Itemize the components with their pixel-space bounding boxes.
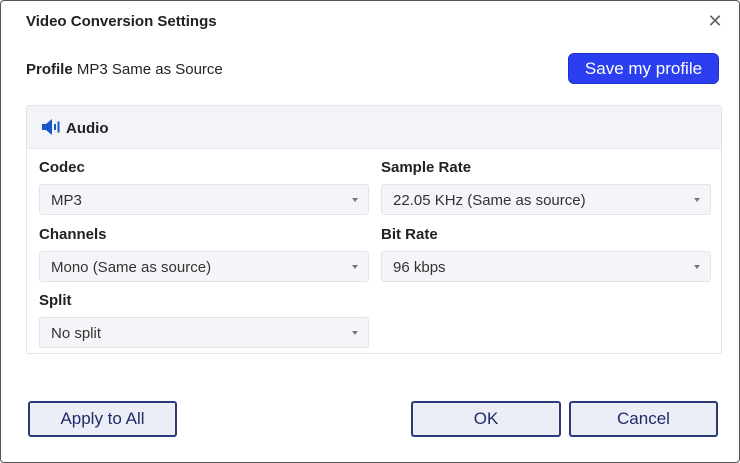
codec-value: MP3 (51, 192, 82, 209)
chevron-down-icon (352, 331, 358, 335)
split-value: No split (51, 325, 102, 342)
sample-rate-value: 22.05 KHz (Same as source) (393, 192, 586, 209)
chevron-down-icon (352, 198, 358, 202)
sample-rate-select[interactable]: 22.05 KHz (Same as source) (381, 184, 711, 215)
channels-select[interactable]: Mono (Same as source) (39, 251, 369, 282)
split-select[interactable]: No split (39, 317, 369, 348)
chevron-down-icon (694, 198, 700, 202)
ok-button[interactable]: OK (411, 401, 561, 437)
bit-rate-select[interactable]: 96 kbps (381, 251, 711, 282)
sample-rate-label: Sample Rate (381, 159, 472, 176)
audio-panel-header: Audio (27, 106, 721, 149)
dialog-title: Video Conversion Settings (26, 13, 217, 30)
split-label: Split (39, 292, 72, 309)
bit-rate-label: Bit Rate (381, 226, 438, 243)
conversion-settings-dialog: Video Conversion Settings ✕ Profile MP3 … (0, 0, 740, 463)
codec-label: Codec (39, 159, 85, 176)
codec-select[interactable]: MP3 (39, 184, 369, 215)
profile-value: MP3 Same as Source (76, 61, 223, 78)
audio-section-title: Audio (66, 120, 109, 137)
profile-label: Profile (26, 61, 73, 78)
close-icon[interactable]: ✕ (704, 10, 726, 32)
apply-to-all-button[interactable]: Apply to All (28, 401, 177, 437)
bit-rate-value: 96 kbps (393, 259, 446, 276)
speaker-icon (42, 119, 60, 135)
chevron-down-icon (694, 265, 700, 269)
cancel-button[interactable]: Cancel (569, 401, 718, 437)
audio-panel: Audio Codec MP3 Sample Rate 22.05 KHz (S… (26, 105, 722, 354)
chevron-down-icon (352, 265, 358, 269)
channels-value: Mono (Same as source) (51, 259, 212, 276)
channels-label: Channels (39, 226, 107, 243)
profile-row: Profile MP3 Same as Source (26, 61, 223, 78)
save-profile-button[interactable]: Save my profile (568, 53, 719, 84)
